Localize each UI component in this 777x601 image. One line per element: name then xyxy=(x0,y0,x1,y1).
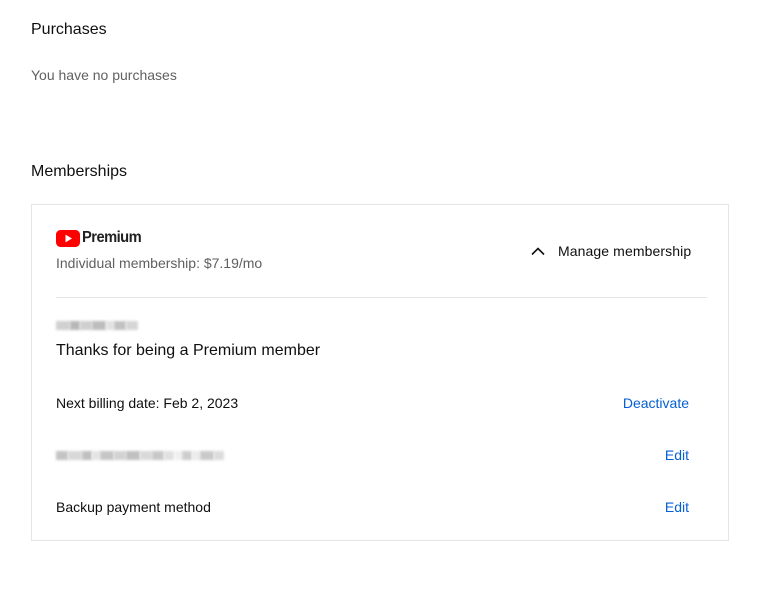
youtube-premium-logo: Premium xyxy=(56,229,146,247)
memberships-heading: Memberships xyxy=(31,163,128,180)
thanks-message: Thanks for being a Premium member xyxy=(56,342,321,359)
redacted-payment-method xyxy=(56,451,224,460)
manage-membership-button[interactable]: Manage membership xyxy=(530,241,691,261)
premium-membership-card: Premium Individual membership: $7.19/mo … xyxy=(31,204,729,541)
youtube-play-icon xyxy=(56,229,80,247)
purchases-empty-text: You have no purchases xyxy=(31,67,177,83)
edit-payment-button[interactable]: Edit xyxy=(665,446,689,464)
deactivate-button[interactable]: Deactivate xyxy=(623,394,689,412)
purchases-heading: Purchases xyxy=(31,21,107,38)
next-billing-date: Next billing date: Feb 2, 2023 xyxy=(56,395,239,411)
edit-backup-payment-button[interactable]: Edit xyxy=(665,498,689,516)
backup-payment-method-label: Backup payment method xyxy=(56,499,211,515)
manage-membership-label: Manage membership xyxy=(558,243,692,259)
chevron-up-icon xyxy=(531,247,545,256)
premium-wordmark: Premium xyxy=(82,229,142,246)
card-divider xyxy=(56,297,707,298)
redacted-user-name xyxy=(56,321,138,330)
membership-plan-text: Individual membership: $7.19/mo xyxy=(56,255,263,271)
